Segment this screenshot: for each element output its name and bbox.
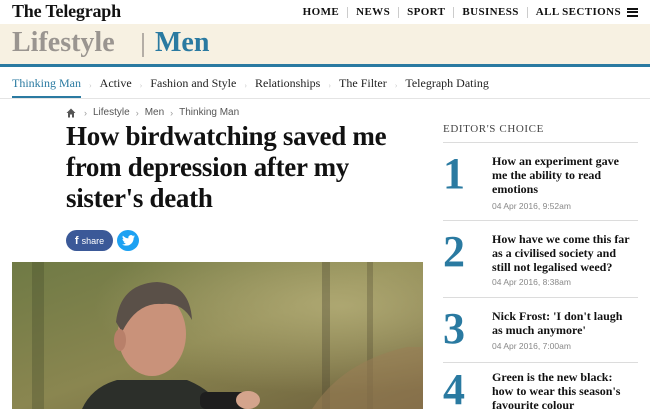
subnav-active[interactable]: Active — [92, 72, 140, 98]
subnav-the-filter[interactable]: The Filter — [331, 72, 395, 98]
ec-divider — [443, 142, 638, 143]
ec-number: 2 — [443, 227, 465, 276]
section-title-lifestyle[interactable]: Lifestyle — [12, 27, 115, 59]
twitter-share-button[interactable] — [117, 230, 139, 251]
twitter-icon — [121, 235, 135, 246]
section-banner: Lifestyle Men — [0, 24, 650, 64]
ec-divider — [443, 220, 638, 221]
nav-all-sections[interactable]: ALL SECTIONS — [528, 6, 621, 18]
top-bar: The Telegraph HOME NEWS SPORT BUSINESS A… — [0, 0, 650, 24]
nav-sport[interactable]: SPORT — [399, 6, 453, 18]
facebook-share-button[interactable]: f share — [66, 230, 113, 251]
nav-business[interactable]: BUSINESS — [454, 6, 526, 18]
subnav-thinking-man[interactable]: Thinking Man — [12, 72, 89, 98]
ec-headline[interactable]: Green is the new black: how to wear this… — [492, 370, 634, 409]
nav-home[interactable]: HOME — [295, 6, 347, 18]
ec-number: 3 — [443, 304, 465, 353]
nav-news[interactable]: NEWS — [348, 6, 398, 18]
top-nav: HOME NEWS SPORT BUSINESS ALL SECTIONS — [295, 6, 638, 18]
ec-divider — [443, 297, 638, 298]
editors-choice-item[interactable]: 1 How an experiment gave me the ability … — [443, 152, 638, 214]
ec-number: 1 — [443, 149, 465, 198]
editors-choice-item[interactable]: 3 Nick Frost: 'I don't laugh as much any… — [443, 307, 638, 357]
birdwatcher-photo — [12, 262, 423, 409]
facebook-icon: f — [74, 234, 79, 247]
article-headline: How birdwatching saved me from depressio… — [66, 121, 387, 213]
ec-date: 04 Apr 2016, 9:52am — [492, 201, 571, 211]
home-icon[interactable] — [66, 108, 76, 118]
banner-divider — [142, 33, 144, 57]
ec-date: 04 Apr 2016, 7:00am — [492, 341, 571, 351]
subnav-telegraph-dating[interactable]: Telegraph Dating — [397, 72, 496, 98]
ec-number: 4 — [443, 368, 465, 409]
ec-headline[interactable]: Nick Frost: 'I don't laugh as much anymo… — [492, 309, 634, 337]
breadcrumb-lifestyle[interactable]: Lifestyle — [93, 107, 130, 118]
ec-divider — [443, 362, 638, 363]
section-rule — [0, 64, 650, 67]
subnav-fashion-and-style[interactable]: Fashion and Style — [142, 72, 244, 98]
editors-choice-title: EDITOR'S CHOICE — [443, 123, 544, 135]
breadcrumb-men[interactable]: Men — [145, 107, 164, 118]
breadcrumb-chevron: › — [84, 107, 87, 118]
subnav-divider — [0, 98, 650, 99]
share-label: share — [81, 235, 105, 246]
sub-nav: Thinking Man › Active › Fashion and Styl… — [12, 72, 497, 98]
editors-choice-item[interactable]: 2 How have we come this far as a civilis… — [443, 230, 638, 292]
breadcrumb: › Lifestyle › Men › Thinking Man — [66, 107, 239, 118]
editors-choice-item[interactable]: 4 Green is the new black: how to wear th… — [443, 368, 638, 409]
breadcrumb-thinking-man[interactable]: Thinking Man — [179, 107, 239, 118]
section-title-men[interactable]: Men — [155, 27, 209, 59]
ec-date: 04 Apr 2016, 8:38am — [492, 277, 571, 287]
breadcrumb-chevron: › — [170, 107, 174, 118]
ec-headline[interactable]: How have we come this far as a civilised… — [492, 232, 634, 274]
breadcrumb-chevron: › — [135, 107, 139, 118]
hamburger-icon[interactable] — [627, 7, 638, 17]
ec-headline[interactable]: How an experiment gave me the ability to… — [492, 154, 634, 196]
site-logo[interactable]: The Telegraph — [12, 1, 121, 22]
article-photo — [12, 262, 423, 409]
subnav-relationships[interactable]: Relationships — [247, 72, 328, 98]
